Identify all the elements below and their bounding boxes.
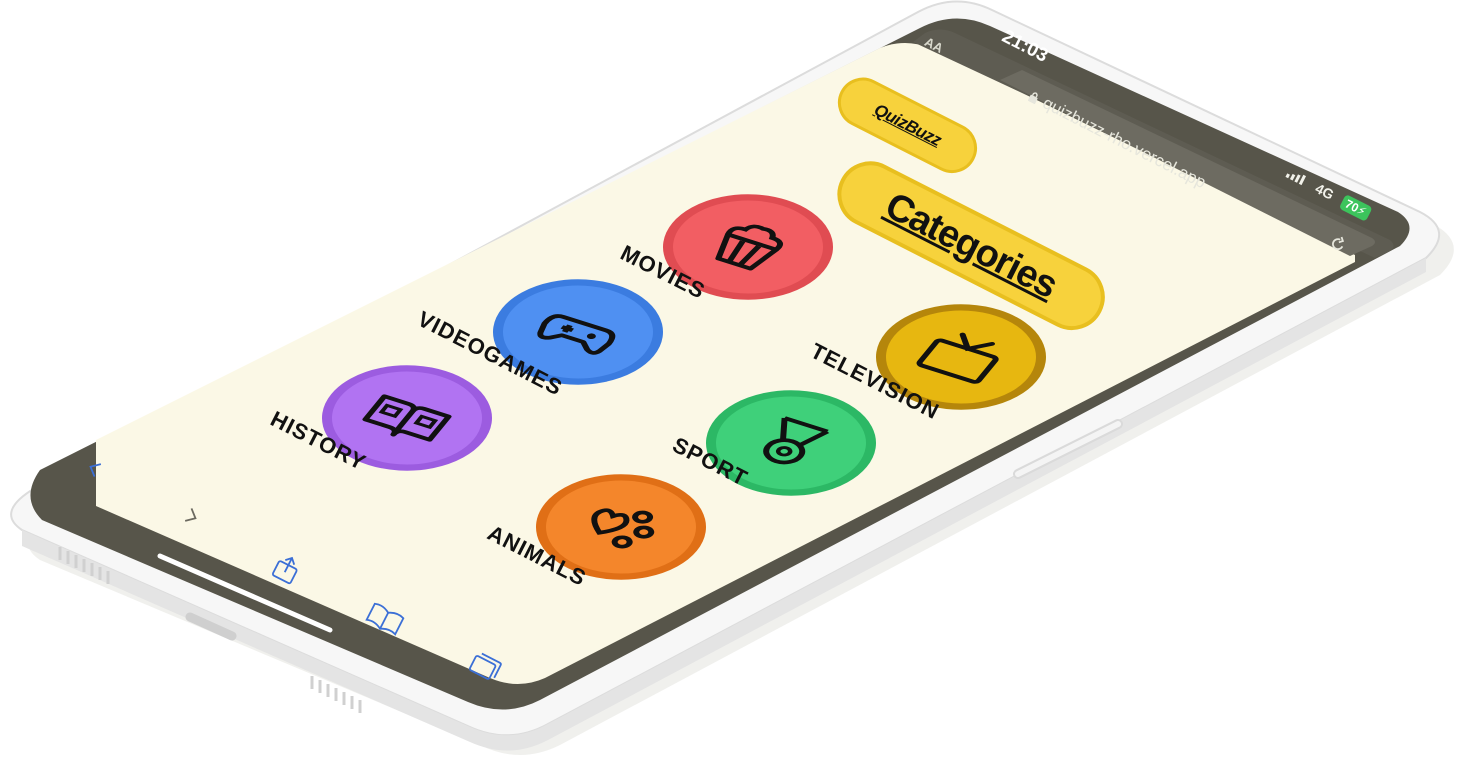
tv-icon [916, 332, 999, 384]
gamepad-icon [537, 314, 616, 355]
forward-icon[interactable] [180, 505, 202, 527]
bookmarks-icon[interactable] [365, 602, 405, 636]
book-icon [362, 394, 452, 442]
tabs-icon[interactable] [466, 650, 502, 684]
popcorn-icon [715, 224, 784, 271]
phone-device [10, 0, 1454, 755]
back-icon[interactable] [84, 458, 106, 480]
share-icon[interactable] [270, 553, 304, 587]
paw-icon [591, 508, 655, 549]
